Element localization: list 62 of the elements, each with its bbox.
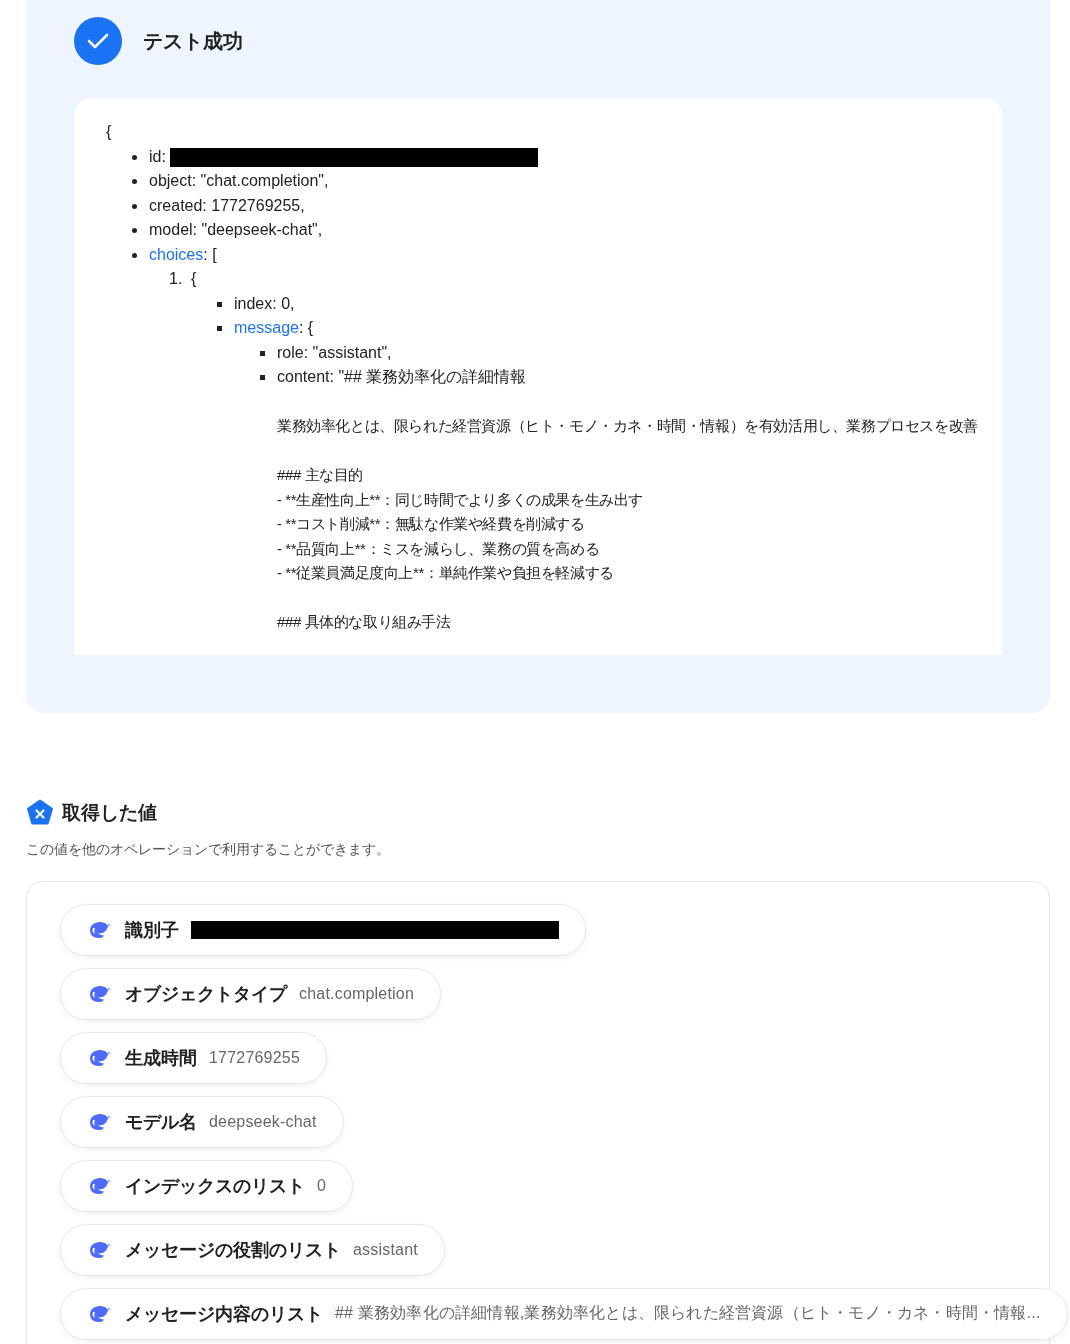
value-text: chat.completion bbox=[299, 984, 415, 1003]
code-line: - **生産性向上**：同じ時間でより多くの成果を生み出す bbox=[277, 489, 644, 510]
code-line: { bbox=[106, 122, 113, 142]
section-title: 取得した値 bbox=[62, 800, 157, 825]
list-number: 1. bbox=[169, 269, 184, 289]
code-line: index: 0, bbox=[234, 294, 295, 312]
code-line: role: "assistant", bbox=[277, 343, 392, 361]
bullet-icon bbox=[132, 154, 137, 160]
code-line: ### 主な目的 bbox=[277, 465, 364, 485]
bullet-icon bbox=[260, 350, 265, 356]
code-line: - **コスト削減**：無駄な作業や経費を削減する bbox=[277, 514, 586, 534]
whale-icon bbox=[89, 1177, 111, 1194]
section-description: この値を他のオペレーションで利用することができます。 bbox=[26, 840, 391, 859]
bullet-icon bbox=[217, 301, 222, 307]
whale-icon bbox=[89, 1049, 111, 1066]
value-text: deepseek-chat bbox=[209, 1112, 317, 1131]
value-label: メッセージ内容のリスト bbox=[125, 1302, 323, 1326]
pentagon-x-icon bbox=[26, 798, 54, 827]
bullet-icon bbox=[260, 375, 265, 380]
value-label: 生成時間 bbox=[125, 1046, 197, 1070]
code-line: { bbox=[191, 269, 197, 289]
code-line: - **従業員満足度向上**：単純作業や負担を軽減する bbox=[277, 563, 615, 583]
value-chip[interactable]: メッセージ内容のリスト ## 業務効率化の詳細情報,業務効率化とは、限られた経営資源（ヒト・モノ・カネ・時間・情報... bbox=[60, 1287, 1068, 1340]
bullet-icon bbox=[132, 179, 137, 184]
code-line: content: "## 業務効率化の詳細情報 bbox=[277, 368, 527, 385]
value-label: メッセージの役割のリスト bbox=[125, 1238, 341, 1262]
bullet-icon bbox=[132, 203, 137, 209]
check-icon bbox=[74, 17, 122, 65]
value-text: ## 業務効率化の詳細情報,業務効率化とは、限られた経営資源（ヒト・モノ・カネ・時間・情報... bbox=[335, 1303, 1041, 1323]
whale-icon bbox=[89, 1241, 111, 1258]
result-title: テスト成功 bbox=[143, 28, 243, 54]
key-link[interactable]: choices bbox=[149, 245, 204, 263]
key-link[interactable]: message bbox=[234, 319, 299, 336]
code-line: - **品質向上**：ミスを減らし、業務の質を高める bbox=[277, 538, 601, 559]
code-line: id: bbox=[149, 147, 166, 165]
value-text: assistant bbox=[353, 1240, 418, 1259]
bullet-icon bbox=[217, 326, 222, 331]
bullet-icon bbox=[132, 252, 137, 258]
value-text: 0 bbox=[317, 1176, 327, 1195]
code-line: model: "deepseek-chat", bbox=[149, 221, 323, 238]
value-label: 識別子 bbox=[125, 918, 179, 942]
code-line: created: 1772769255, bbox=[149, 196, 305, 214]
value-label: インデックスのリスト bbox=[125, 1174, 305, 1198]
value-chip[interactable]: インデックスのリスト 0 bbox=[60, 1159, 354, 1212]
code-line: choices: [ bbox=[149, 245, 217, 263]
bullet-icon bbox=[132, 228, 137, 233]
value-chip[interactable]: 識別子 bbox=[60, 903, 586, 956]
whale-icon bbox=[89, 1305, 111, 1322]
value-chip[interactable]: モデル名 deepseek-chat bbox=[60, 1095, 344, 1148]
value-chip[interactable]: メッセージの役割のリスト assistant bbox=[60, 1223, 445, 1276]
whale-icon bbox=[89, 1113, 111, 1130]
value-text: 1772769255 bbox=[209, 1048, 300, 1067]
value-label: モデル名 bbox=[125, 1110, 197, 1134]
whale-icon bbox=[89, 921, 111, 938]
code-line: object: "chat.completion", bbox=[149, 172, 329, 189]
value-chip[interactable]: 生成時間 1772769255 bbox=[60, 1031, 327, 1084]
code-line: message: { bbox=[234, 319, 314, 336]
whale-icon bbox=[89, 985, 111, 1002]
value-label: オブジェクトタイプ bbox=[125, 982, 287, 1006]
value-chip[interactable]: オブジェクトタイプ chat.completion bbox=[60, 967, 442, 1020]
code-line: 業務効率化とは、限られた経営資源（ヒト・モノ・カネ・時間・情報）を有効活用し、業務プロセスを改善 bbox=[277, 416, 978, 436]
code-line: ### 具体的な取り組み手法 bbox=[277, 612, 452, 632]
